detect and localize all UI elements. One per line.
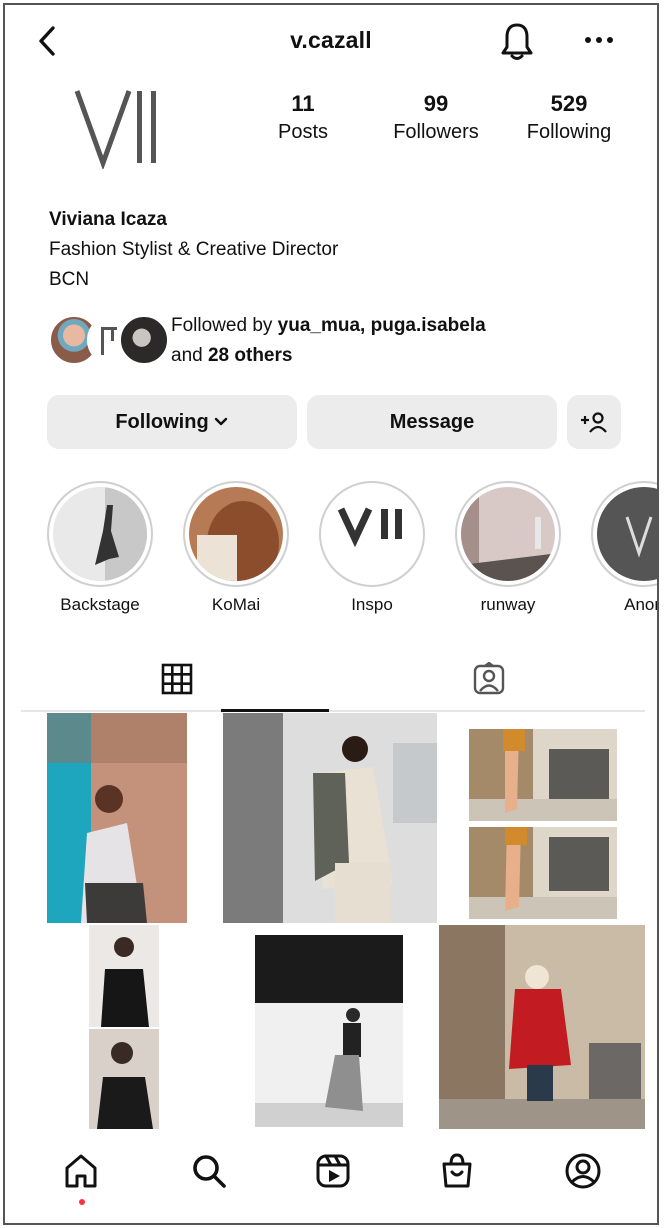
bell-icon [501, 23, 533, 60]
tab-posts-grid[interactable] [157, 659, 197, 699]
post-thumbnail[interactable] [89, 1029, 159, 1129]
tab-tagged[interactable] [469, 659, 509, 699]
posts-label: Posts [277, 121, 329, 143]
add-user-button[interactable] [567, 395, 621, 449]
highlight-label: runway [480, 595, 536, 614]
post-thumbnail[interactable] [255, 935, 403, 1127]
home-icon [65, 1154, 97, 1188]
more-options-button[interactable] [579, 23, 619, 57]
followers-label: Followers [393, 121, 479, 143]
profile-username: v.cazall [290, 27, 372, 53]
post-thumbnail[interactable] [439, 925, 645, 1129]
more-icon [585, 37, 613, 43]
shop-icon [442, 1153, 472, 1188]
following-stat[interactable]: 529 Following [511, 91, 627, 144]
highlight-ring [591, 481, 657, 587]
highlight-komai[interactable]: KoMai [181, 481, 291, 615]
tagged-icon [473, 662, 505, 695]
profile-header: v.cazall [5, 5, 657, 77]
highlight-cover [597, 487, 657, 581]
highlight-cover [461, 487, 555, 581]
post-image [439, 925, 645, 1129]
highlight-label: Anon [624, 595, 657, 614]
highlight-label: Inspo [351, 595, 393, 614]
post-image [47, 713, 187, 923]
posts-count: 11 [291, 91, 315, 116]
post-image [255, 935, 403, 1127]
post-image [89, 1029, 159, 1129]
grid-icon [161, 663, 193, 695]
post-image [223, 713, 437, 923]
highlight-inspo[interactable]: Inspo [317, 481, 427, 615]
highlight-anon[interactable]: Anon [589, 481, 657, 615]
posts-stat[interactable]: 11 Posts [261, 91, 345, 144]
add-person-icon [581, 412, 607, 433]
bio-line-2: BCN [49, 269, 90, 290]
notification-dot [79, 1199, 85, 1205]
followed-by-text: Followed by yua_mua, puga.isabela and 28… [171, 311, 486, 371]
post-image [469, 827, 617, 919]
highlight-ring [455, 481, 561, 587]
bottom-nav [5, 1133, 657, 1223]
highlight-label: KoMai [211, 595, 261, 614]
followed-by-others: 28 others [207, 345, 293, 366]
follower-avatar [119, 315, 169, 365]
highlight-label: Backstage [60, 595, 140, 614]
message-button-label: Message [389, 410, 475, 433]
search-icon [193, 1155, 226, 1188]
bio-line-1: Fashion Stylist & Creative Director [49, 239, 339, 260]
profile-bio: Viviana Icaza Fashion Stylist & Creative… [49, 205, 338, 295]
post-thumbnail[interactable] [89, 925, 159, 1027]
following-button-label: Following [115, 410, 209, 433]
post-thumbnail[interactable] [223, 713, 437, 923]
nav-home[interactable] [59, 1149, 103, 1193]
vii-logo-icon [337, 507, 402, 548]
following-count: 529 [550, 91, 588, 116]
message-button[interactable]: Message [307, 395, 557, 449]
highlight-image [53, 487, 147, 581]
followed-by[interactable]: Followed by yua_mua, puga.isabela and 28… [49, 311, 629, 371]
post-thumbnail[interactable] [47, 713, 187, 923]
highlight-backstage[interactable]: Backstage [45, 481, 155, 615]
followers-stat[interactable]: 99 Followers [377, 91, 495, 144]
highlight-ring [183, 481, 289, 587]
followers-count: 99 [423, 91, 449, 116]
highlight-cover [325, 487, 419, 581]
highlight-image [189, 487, 283, 581]
nav-profile[interactable] [561, 1149, 605, 1193]
reels-icon [316, 1154, 350, 1188]
post-thumbnail[interactable] [469, 729, 617, 821]
vii-logo-icon [74, 90, 156, 171]
highlight-runway[interactable]: runway [453, 481, 563, 615]
following-label: Following [526, 121, 612, 143]
nav-search[interactable] [187, 1149, 231, 1193]
highlight-image [461, 487, 555, 581]
profile-icon [565, 1153, 601, 1189]
app-frame: v.cazall 11 Posts 99 Followers 529 Follo… [3, 3, 659, 1225]
tab-divider [21, 710, 645, 712]
followed-by-users: yua_mua, puga.isabela [277, 315, 486, 336]
highlight-cover [53, 487, 147, 581]
post-image [469, 729, 617, 821]
post-image [89, 925, 159, 1027]
notifications-button[interactable] [499, 21, 535, 61]
tab-active-indicator [221, 709, 329, 712]
highlight-ring [47, 481, 153, 587]
followed-by-prefix: Followed by [171, 315, 278, 336]
nav-shop[interactable] [435, 1149, 479, 1193]
post-thumbnail[interactable] [469, 827, 617, 919]
following-button[interactable]: Following [47, 395, 297, 449]
chevron-down-icon [214, 417, 227, 426]
profile-avatar[interactable] [67, 85, 171, 171]
vii-logo-icon [625, 516, 653, 558]
highlight-ring [319, 481, 425, 587]
nav-reels[interactable] [311, 1149, 355, 1193]
highlight-cover [189, 487, 283, 581]
profile-name: Viviana Icaza [49, 209, 167, 230]
followed-by-and: and [171, 345, 208, 366]
